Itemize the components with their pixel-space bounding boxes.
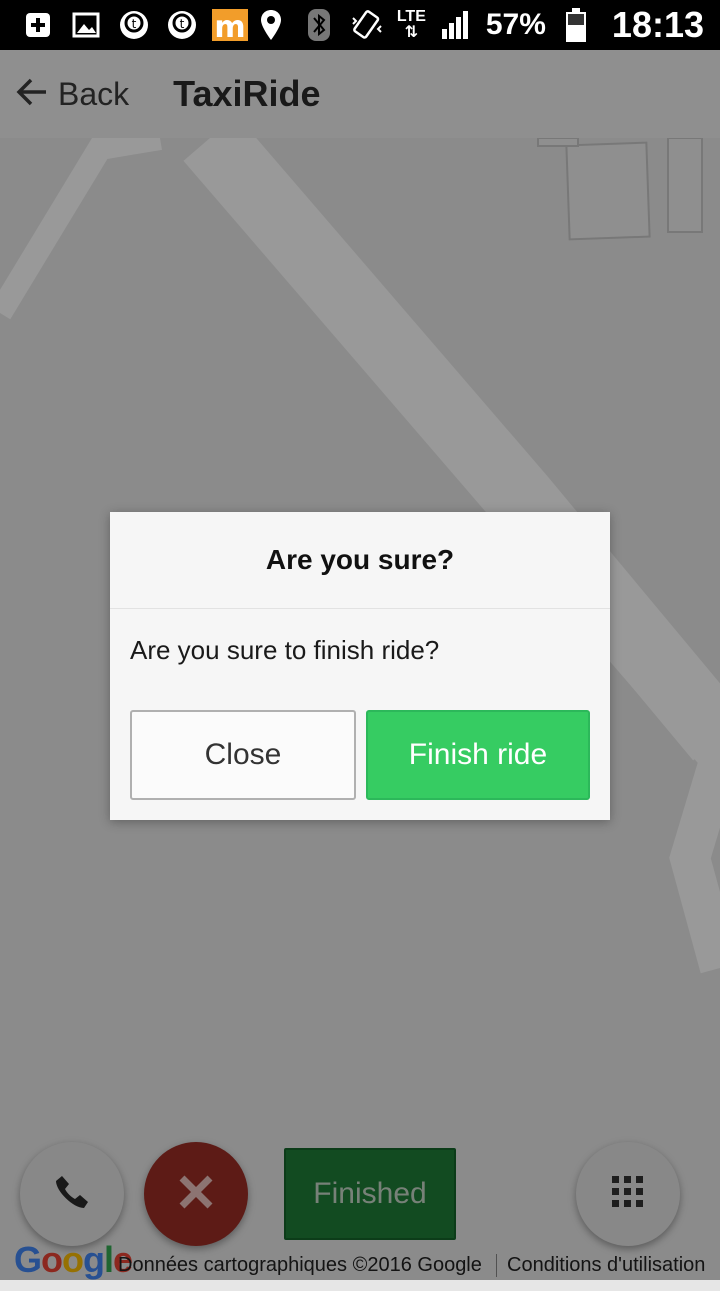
dialog-actions: Close Finish ride: [130, 710, 590, 800]
tapatalk-icon: t: [164, 7, 200, 43]
dialog-message: Are you sure to finish ride?: [130, 635, 440, 665]
battery-percent: 57%: [485, 8, 546, 41]
vibrate-icon: [349, 7, 385, 43]
confirm-dialog: Are you sure? Are you sure to finish rid…: [110, 512, 610, 820]
lte-icon: LTE ⇅: [396, 8, 426, 41]
tapatalk-icon: t: [116, 7, 152, 43]
battery-icon: [558, 7, 594, 43]
svg-text:t: t: [180, 17, 185, 31]
clock: 18:13: [611, 4, 704, 45]
svg-text:m: m: [214, 10, 245, 43]
bluetooth-icon: [301, 7, 337, 43]
m-app-icon: m: [212, 7, 248, 43]
status-bar: t t m LTE ⇅ 57% 18:13: [0, 0, 720, 50]
image-icon: [68, 7, 104, 43]
signal-icon: [438, 7, 474, 43]
finish-ride-button[interactable]: Finish ride: [366, 710, 590, 800]
add-box-icon: [20, 7, 56, 43]
close-button[interactable]: Close: [130, 710, 356, 800]
dialog-title: Are you sure?: [110, 512, 610, 609]
location-icon: [253, 7, 289, 43]
svg-text:t: t: [132, 17, 137, 31]
